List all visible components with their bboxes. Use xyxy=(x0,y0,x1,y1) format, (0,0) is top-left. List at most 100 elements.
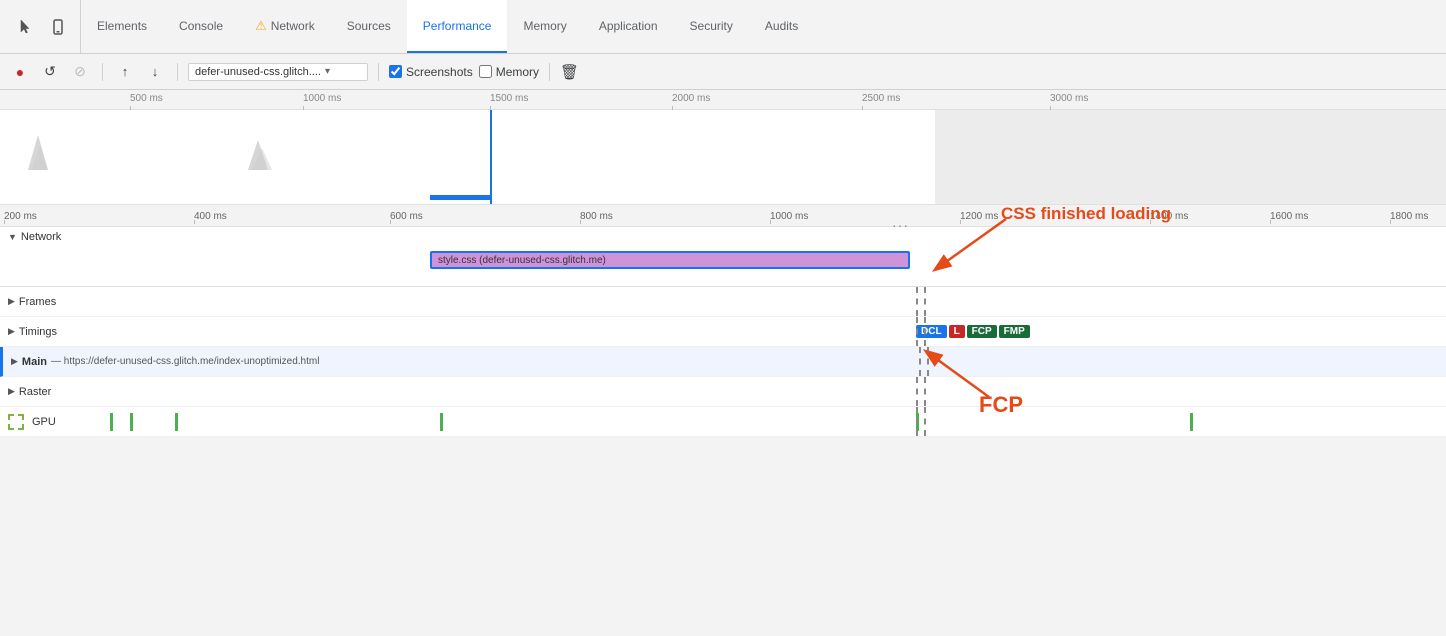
badge-fcp: FCP xyxy=(967,325,997,338)
network-row: style.css (defer-unused-css.glitch.me) C… xyxy=(0,247,1446,277)
gpu-tick-6 xyxy=(1190,413,1193,431)
dropdown-arrow-icon: ▾ xyxy=(325,66,330,77)
main-url: — https://defer-unused-css.glitch.me/ind… xyxy=(51,356,319,367)
tab-elements[interactable]: Elements xyxy=(81,0,163,53)
tick-2000ms: 2000 ms xyxy=(672,93,710,104)
network-section: ▼ Network style.css (defer-unused-css.gl… xyxy=(0,227,1446,287)
raster-dashed-line-1 xyxy=(916,377,918,406)
fcp-annotation: FCP xyxy=(919,342,1039,425)
gpu-label-container[interactable]: GPU xyxy=(8,414,208,430)
scrubber-200ms: 200 ms xyxy=(4,211,37,222)
frames-label-container[interactable]: ▶ Frames xyxy=(8,296,208,308)
timings-expand-icon[interactable]: ▶ xyxy=(8,326,15,337)
frames-label: Frames xyxy=(19,296,56,308)
network-section-label: Network xyxy=(21,231,61,243)
gpu-row: GPU xyxy=(0,407,1446,437)
memory-checkbox[interactable] xyxy=(479,65,492,78)
waveform-svg xyxy=(0,120,930,180)
timings-dashed-line-1 xyxy=(916,317,918,346)
scrubber-600ms: 600 ms xyxy=(390,211,423,222)
download-button[interactable]: ↓ xyxy=(143,60,167,84)
screenshots-checkbox-label[interactable]: Screenshots xyxy=(389,65,473,79)
time-ruler-top: 500 ms 1000 ms 1500 ms 2000 ms 2500 ms 3… xyxy=(0,90,1446,110)
tab-sources[interactable]: Sources xyxy=(331,0,407,53)
tab-bar: Elements Console ⚠ Network Sources Perfo… xyxy=(0,0,1446,54)
profile-dropdown[interactable]: defer-unused-css.glitch.... ▾ xyxy=(188,63,368,81)
scrubber-1000ms: 1000 ms xyxy=(770,211,808,222)
refresh-button[interactable]: ↺ xyxy=(38,60,62,84)
gpu-label: GPU xyxy=(32,416,56,428)
raster-label: Raster xyxy=(19,386,51,398)
raster-label-container[interactable]: ▶ Raster xyxy=(8,386,208,398)
fcp-label: FCP xyxy=(979,392,1023,418)
memory-label: Memory xyxy=(496,65,539,79)
css-resource-bar[interactable]: style.css (defer-unused-css.glitch.me) xyxy=(430,251,910,269)
toolbar: ● ↺ ⊘ ↑ ↓ defer-unused-css.glitch.... ▾ … xyxy=(0,54,1446,90)
scrubber-400ms: 400 ms xyxy=(194,211,227,222)
gpu-dashed-icon xyxy=(8,414,24,430)
main-expand-icon[interactable]: ▶ xyxy=(11,356,18,367)
tab-application[interactable]: Application xyxy=(583,0,674,53)
badge-fmp: FMP xyxy=(999,325,1030,338)
tab-audits[interactable]: Audits xyxy=(749,0,814,53)
memory-checkbox-label[interactable]: Memory xyxy=(479,65,539,79)
cursor-icon[interactable] xyxy=(12,13,40,41)
network-collapse-icon[interactable]: ▼ xyxy=(8,232,17,242)
timings-label-container[interactable]: ▶ Timings xyxy=(8,326,208,338)
gpu-tick-1 xyxy=(110,413,113,431)
timings-label: Timings xyxy=(19,326,57,338)
gpu-tick-3 xyxy=(175,413,178,431)
gpu-tick-4 xyxy=(440,413,443,431)
main-label: Main xyxy=(22,356,47,368)
tick-500ms: 500 ms xyxy=(130,93,163,104)
tab-performance[interactable]: Performance xyxy=(407,0,508,53)
main-row: ▶ Main — https://defer-unused-css.glitch… xyxy=(0,347,1446,377)
profile-name: defer-unused-css.glitch.... xyxy=(195,66,321,78)
devtools-icons xyxy=(4,0,81,53)
playhead-line xyxy=(490,110,492,205)
badge-dcl: DCL xyxy=(916,325,947,338)
css-annotation: CSS finished loading xyxy=(906,209,1086,302)
upload-button[interactable]: ↑ xyxy=(113,60,137,84)
toolbar-separator-2 xyxy=(177,63,178,81)
tab-security[interactable]: Security xyxy=(674,0,749,53)
badge-l: L xyxy=(949,325,965,338)
clear-button[interactable]: 🗑 xyxy=(560,63,579,81)
record-button[interactable]: ● xyxy=(8,60,32,84)
tick-2500ms: 2500 ms xyxy=(862,93,900,104)
gpu-tick-2 xyxy=(130,413,133,431)
tab-console[interactable]: Console xyxy=(163,0,239,53)
raster-expand-icon[interactable]: ▶ xyxy=(8,386,15,397)
screenshots-label: Screenshots xyxy=(406,65,473,79)
scrubber-800ms: 800 ms xyxy=(580,211,613,222)
toolbar-separator-3 xyxy=(378,63,379,81)
mobile-icon[interactable] xyxy=(44,13,72,41)
network-label[interactable]: ▼ Network xyxy=(0,227,1446,247)
tab-network[interactable]: ⚠ Network xyxy=(239,0,331,53)
scrubber-1600ms: 1600 ms xyxy=(1270,211,1308,222)
raster-row: ▶ Raster xyxy=(0,377,1446,407)
scrubber-1800ms: 1800 ms xyxy=(1390,211,1428,222)
toolbar-separator-4 xyxy=(549,63,550,81)
gpu-dashed-line-1 xyxy=(916,407,918,436)
main-label-container[interactable]: ▶ Main — https://defer-unused-css.glitch… xyxy=(11,356,319,368)
toolbar-separator-1 xyxy=(102,63,103,81)
tab-list: Elements Console ⚠ Network Sources Perfo… xyxy=(81,0,1442,53)
frames-expand-icon[interactable]: ▶ xyxy=(8,296,15,307)
overview-area[interactable] xyxy=(0,110,1446,205)
overview-css-bar xyxy=(430,195,490,200)
scrubber-ruler: 200 ms 400 ms 600 ms 800 ms 1000 ms 1200… xyxy=(0,205,1446,227)
timing-badges: DCL L FCP FMP xyxy=(916,325,1030,338)
bottom-panels: ▶ Frames ▶ Timings DCL L FCP FMP xyxy=(0,287,1446,437)
grey-overlay xyxy=(935,110,1446,205)
stop-button[interactable]: ⊘ xyxy=(68,60,92,84)
frames-row: ▶ Frames xyxy=(0,287,1446,317)
tick-3000ms: 3000 ms xyxy=(1050,93,1088,104)
tick-1500ms: 1500 ms xyxy=(490,93,528,104)
tick-1000ms: 1000 ms xyxy=(303,93,341,104)
timings-row: ▶ Timings DCL L FCP FMP xyxy=(0,317,1446,347)
tab-memory[interactable]: Memory xyxy=(507,0,582,53)
screenshots-checkbox[interactable] xyxy=(389,65,402,78)
overview-timeline: 500 ms 1000 ms 1500 ms 2000 ms 2500 ms 3… xyxy=(0,90,1446,205)
css-finished-label: CSS finished loading xyxy=(1001,204,1171,224)
